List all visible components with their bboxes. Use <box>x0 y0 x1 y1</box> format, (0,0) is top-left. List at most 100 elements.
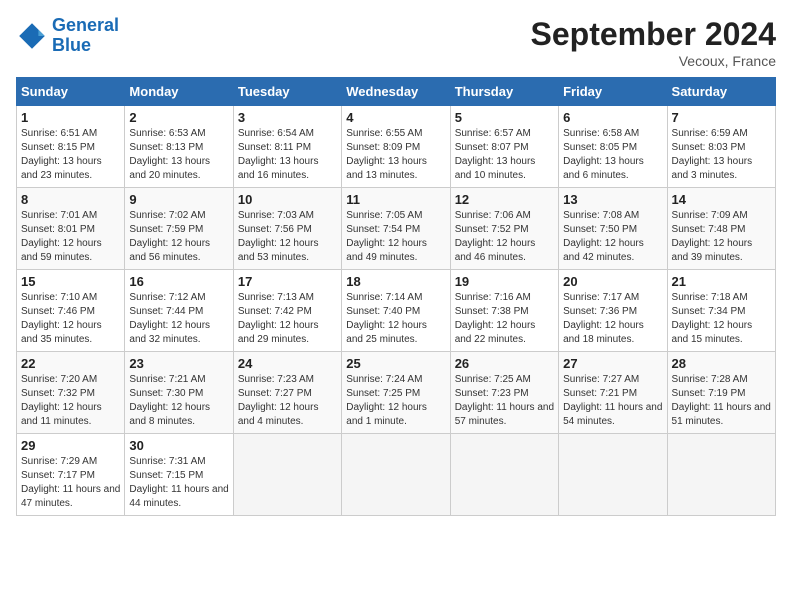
header: General Blue September 2024 Vecoux, Fran… <box>16 16 776 69</box>
day-info: Sunrise: 7:13 AM Sunset: 7:42 PM Dayligh… <box>238 291 337 347</box>
title-section: September 2024 Vecoux, France <box>531 16 776 69</box>
day-info: Sunrise: 7:01 AM Sunset: 8:01 PM Dayligh… <box>21 209 120 265</box>
calendar-cell: 20 Sunrise: 7:17 AM Sunset: 7:36 PM Dayl… <box>559 270 667 352</box>
calendar-cell: 8 Sunrise: 7:01 AM Sunset: 8:01 PM Dayli… <box>17 188 125 270</box>
day-number: 17 <box>238 274 337 289</box>
day-number: 10 <box>238 192 337 207</box>
calendar-week-4: 22 Sunrise: 7:20 AM Sunset: 7:32 PM Dayl… <box>17 352 776 434</box>
calendar-cell: 4 Sunrise: 6:55 AM Sunset: 8:09 PM Dayli… <box>342 106 450 188</box>
day-number: 18 <box>346 274 445 289</box>
day-number: 23 <box>129 356 228 371</box>
day-info: Sunrise: 7:18 AM Sunset: 7:34 PM Dayligh… <box>672 291 771 347</box>
calendar-cell: 25 Sunrise: 7:24 AM Sunset: 7:25 PM Dayl… <box>342 352 450 434</box>
day-info: Sunrise: 7:10 AM Sunset: 7:46 PM Dayligh… <box>21 291 120 347</box>
header-row: SundayMondayTuesdayWednesdayThursdayFrid… <box>17 78 776 106</box>
calendar-cell: 12 Sunrise: 7:06 AM Sunset: 7:52 PM Dayl… <box>450 188 558 270</box>
calendar-cell: 16 Sunrise: 7:12 AM Sunset: 7:44 PM Dayl… <box>125 270 233 352</box>
day-number: 20 <box>563 274 662 289</box>
header-cell-saturday: Saturday <box>667 78 775 106</box>
logo-blue: Blue <box>52 36 119 56</box>
day-number: 4 <box>346 110 445 125</box>
day-number: 11 <box>346 192 445 207</box>
day-info: Sunrise: 7:31 AM Sunset: 7:15 PM Dayligh… <box>129 455 228 511</box>
calendar-week-3: 15 Sunrise: 7:10 AM Sunset: 7:46 PM Dayl… <box>17 270 776 352</box>
calendar-cell: 22 Sunrise: 7:20 AM Sunset: 7:32 PM Dayl… <box>17 352 125 434</box>
header-cell-wednesday: Wednesday <box>342 78 450 106</box>
day-number: 1 <box>21 110 120 125</box>
calendar-cell: 1 Sunrise: 6:51 AM Sunset: 8:15 PM Dayli… <box>17 106 125 188</box>
day-number: 25 <box>346 356 445 371</box>
calendar-cell <box>342 434 450 516</box>
calendar-cell: 11 Sunrise: 7:05 AM Sunset: 7:54 PM Dayl… <box>342 188 450 270</box>
calendar-cell: 7 Sunrise: 6:59 AM Sunset: 8:03 PM Dayli… <box>667 106 775 188</box>
calendar-cell <box>559 434 667 516</box>
calendar-cell: 28 Sunrise: 7:28 AM Sunset: 7:19 PM Dayl… <box>667 352 775 434</box>
day-number: 21 <box>672 274 771 289</box>
logo-general: General <box>52 15 119 35</box>
location: Vecoux, France <box>531 53 776 69</box>
day-info: Sunrise: 7:17 AM Sunset: 7:36 PM Dayligh… <box>563 291 662 347</box>
day-info: Sunrise: 7:05 AM Sunset: 7:54 PM Dayligh… <box>346 209 445 265</box>
day-number: 29 <box>21 438 120 453</box>
day-number: 12 <box>455 192 554 207</box>
day-number: 7 <box>672 110 771 125</box>
calendar-table: SundayMondayTuesdayWednesdayThursdayFrid… <box>16 77 776 516</box>
calendar-cell: 23 Sunrise: 7:21 AM Sunset: 7:30 PM Dayl… <box>125 352 233 434</box>
calendar-cell <box>667 434 775 516</box>
day-info: Sunrise: 7:03 AM Sunset: 7:56 PM Dayligh… <box>238 209 337 265</box>
day-info: Sunrise: 6:57 AM Sunset: 8:07 PM Dayligh… <box>455 127 554 183</box>
calendar-cell: 21 Sunrise: 7:18 AM Sunset: 7:34 PM Dayl… <box>667 270 775 352</box>
day-info: Sunrise: 6:55 AM Sunset: 8:09 PM Dayligh… <box>346 127 445 183</box>
day-number: 24 <box>238 356 337 371</box>
logo-icon <box>16 20 48 52</box>
month-title: September 2024 <box>531 16 776 53</box>
calendar-cell: 6 Sunrise: 6:58 AM Sunset: 8:05 PM Dayli… <box>559 106 667 188</box>
calendar-cell: 19 Sunrise: 7:16 AM Sunset: 7:38 PM Dayl… <box>450 270 558 352</box>
day-info: Sunrise: 7:08 AM Sunset: 7:50 PM Dayligh… <box>563 209 662 265</box>
calendar-cell: 13 Sunrise: 7:08 AM Sunset: 7:50 PM Dayl… <box>559 188 667 270</box>
day-info: Sunrise: 6:59 AM Sunset: 8:03 PM Dayligh… <box>672 127 771 183</box>
day-info: Sunrise: 7:20 AM Sunset: 7:32 PM Dayligh… <box>21 373 120 429</box>
day-number: 9 <box>129 192 228 207</box>
day-number: 14 <box>672 192 771 207</box>
calendar-cell: 15 Sunrise: 7:10 AM Sunset: 7:46 PM Dayl… <box>17 270 125 352</box>
header-cell-friday: Friday <box>559 78 667 106</box>
day-number: 2 <box>129 110 228 125</box>
day-number: 22 <box>21 356 120 371</box>
day-info: Sunrise: 6:58 AM Sunset: 8:05 PM Dayligh… <box>563 127 662 183</box>
calendar-week-1: 1 Sunrise: 6:51 AM Sunset: 8:15 PM Dayli… <box>17 106 776 188</box>
calendar-week-2: 8 Sunrise: 7:01 AM Sunset: 8:01 PM Dayli… <box>17 188 776 270</box>
day-info: Sunrise: 7:21 AM Sunset: 7:30 PM Dayligh… <box>129 373 228 429</box>
day-number: 13 <box>563 192 662 207</box>
day-info: Sunrise: 7:29 AM Sunset: 7:17 PM Dayligh… <box>21 455 120 511</box>
day-info: Sunrise: 7:16 AM Sunset: 7:38 PM Dayligh… <box>455 291 554 347</box>
day-info: Sunrise: 7:14 AM Sunset: 7:40 PM Dayligh… <box>346 291 445 347</box>
day-number: 8 <box>21 192 120 207</box>
day-number: 26 <box>455 356 554 371</box>
calendar-cell: 9 Sunrise: 7:02 AM Sunset: 7:59 PM Dayli… <box>125 188 233 270</box>
calendar-cell: 26 Sunrise: 7:25 AM Sunset: 7:23 PM Dayl… <box>450 352 558 434</box>
calendar-cell: 2 Sunrise: 6:53 AM Sunset: 8:13 PM Dayli… <box>125 106 233 188</box>
calendar-week-5: 29 Sunrise: 7:29 AM Sunset: 7:17 PM Dayl… <box>17 434 776 516</box>
day-number: 19 <box>455 274 554 289</box>
header-cell-thursday: Thursday <box>450 78 558 106</box>
day-number: 15 <box>21 274 120 289</box>
calendar-cell: 27 Sunrise: 7:27 AM Sunset: 7:21 PM Dayl… <box>559 352 667 434</box>
header-cell-monday: Monday <box>125 78 233 106</box>
day-info: Sunrise: 7:27 AM Sunset: 7:21 PM Dayligh… <box>563 373 662 429</box>
calendar-cell: 5 Sunrise: 6:57 AM Sunset: 8:07 PM Dayli… <box>450 106 558 188</box>
day-number: 28 <box>672 356 771 371</box>
day-number: 3 <box>238 110 337 125</box>
calendar-cell: 29 Sunrise: 7:29 AM Sunset: 7:17 PM Dayl… <box>17 434 125 516</box>
logo-text: General Blue <box>52 16 119 56</box>
day-number: 30 <box>129 438 228 453</box>
calendar-cell: 24 Sunrise: 7:23 AM Sunset: 7:27 PM Dayl… <box>233 352 341 434</box>
header-cell-sunday: Sunday <box>17 78 125 106</box>
day-number: 6 <box>563 110 662 125</box>
day-info: Sunrise: 7:12 AM Sunset: 7:44 PM Dayligh… <box>129 291 228 347</box>
day-info: Sunrise: 7:09 AM Sunset: 7:48 PM Dayligh… <box>672 209 771 265</box>
day-number: 16 <box>129 274 228 289</box>
calendar-cell: 14 Sunrise: 7:09 AM Sunset: 7:48 PM Dayl… <box>667 188 775 270</box>
day-info: Sunrise: 6:54 AM Sunset: 8:11 PM Dayligh… <box>238 127 337 183</box>
calendar-cell <box>233 434 341 516</box>
